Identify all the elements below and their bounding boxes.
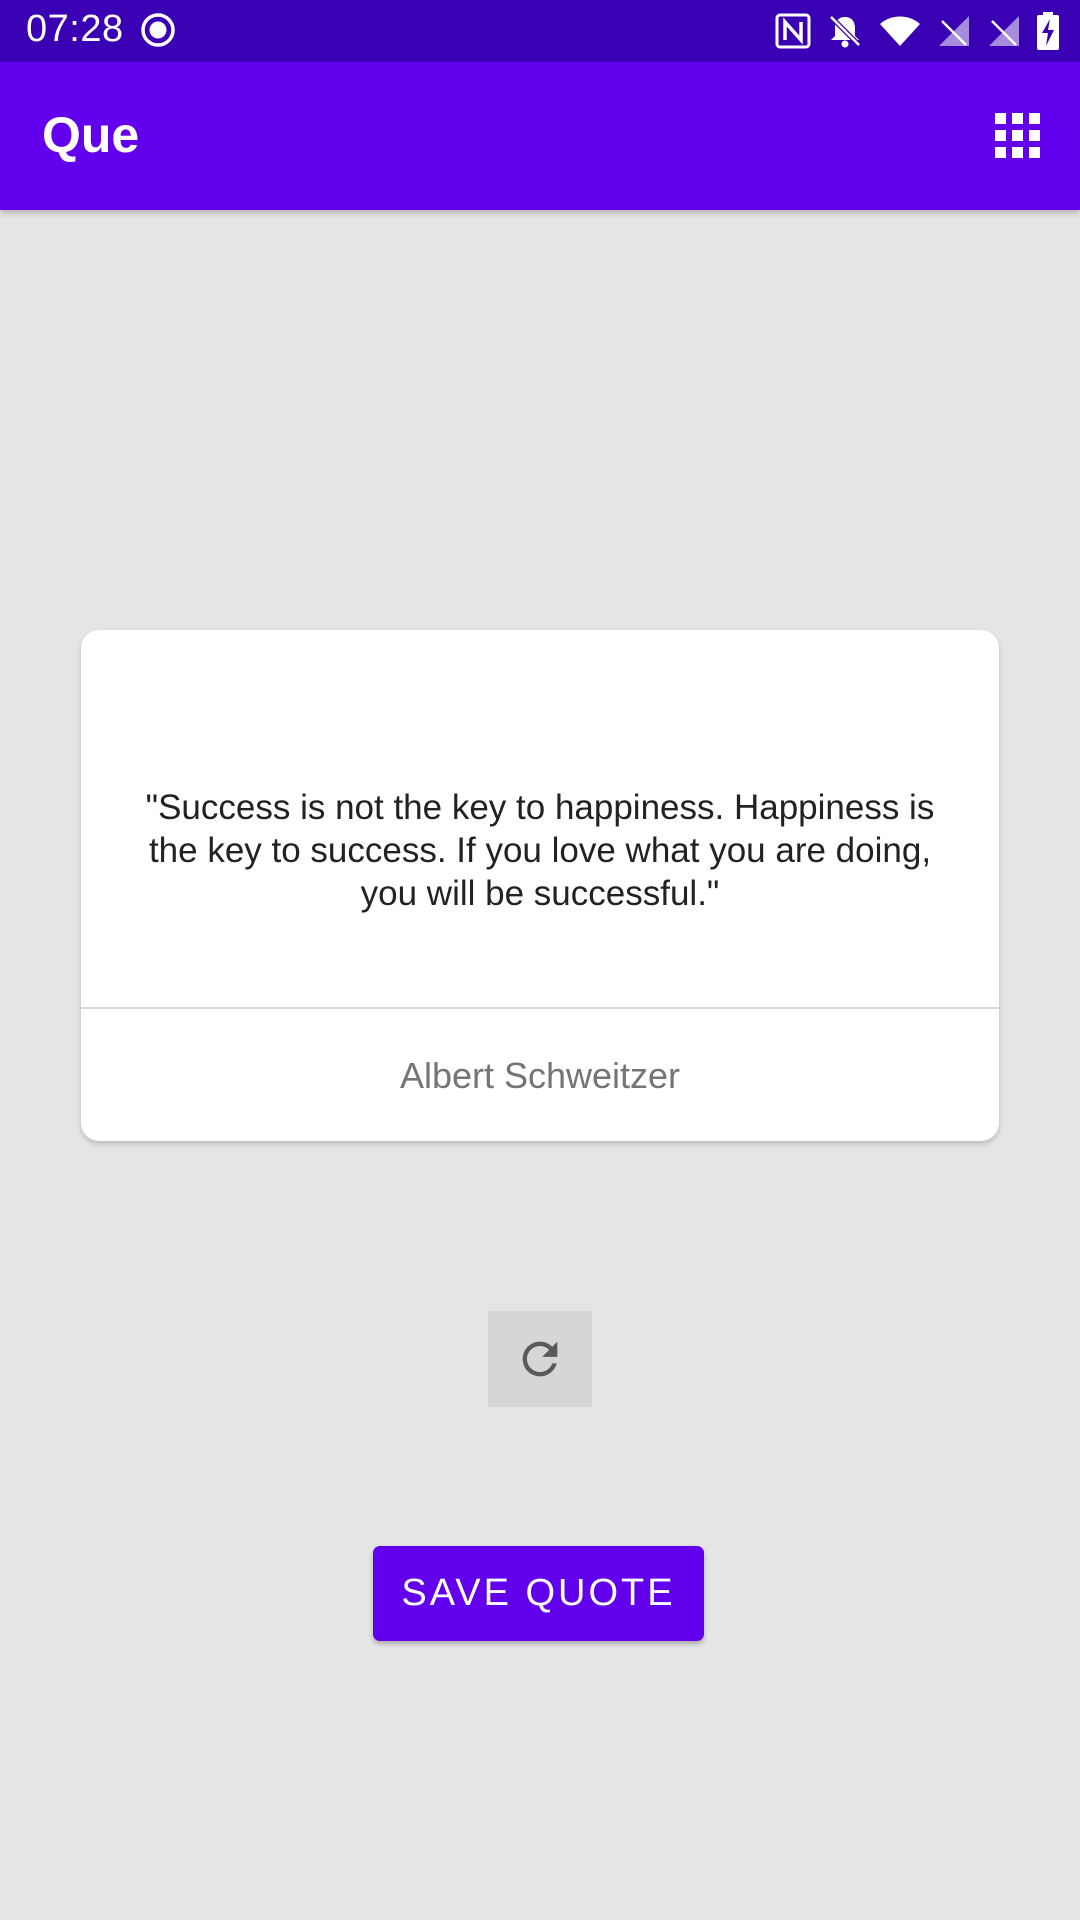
save-quote-button[interactable]: SAVE QUOTE — [373, 1546, 704, 1641]
status-icons — [774, 10, 1060, 52]
status-bar: 07:28 — [0, 0, 1080, 62]
app-bar: Que — [0, 62, 1080, 210]
app-title: Que — [42, 107, 140, 163]
status-time: 07:28 — [26, 8, 124, 50]
grid-menu-button[interactable] — [984, 102, 1052, 170]
notifications-off-icon — [826, 12, 864, 50]
battery-charging-icon — [1036, 11, 1060, 51]
signal-icon — [936, 13, 972, 49]
quote-author: Albert Schweitzer — [399, 1055, 681, 1096]
quote-card: "Success is not the key to happiness. Ha… — [81, 630, 999, 1141]
record-icon — [140, 12, 176, 48]
signal-icon — [986, 13, 1022, 49]
grid-icon — [995, 113, 1040, 158]
quote-text: "Success is not the key to happiness. Ha… — [145, 788, 935, 913]
nfc-icon — [774, 12, 812, 50]
refresh-icon — [522, 1341, 558, 1377]
refresh-button[interactable] — [488, 1311, 592, 1407]
card-divider — [81, 1007, 999, 1009]
wifi-icon — [878, 12, 922, 50]
